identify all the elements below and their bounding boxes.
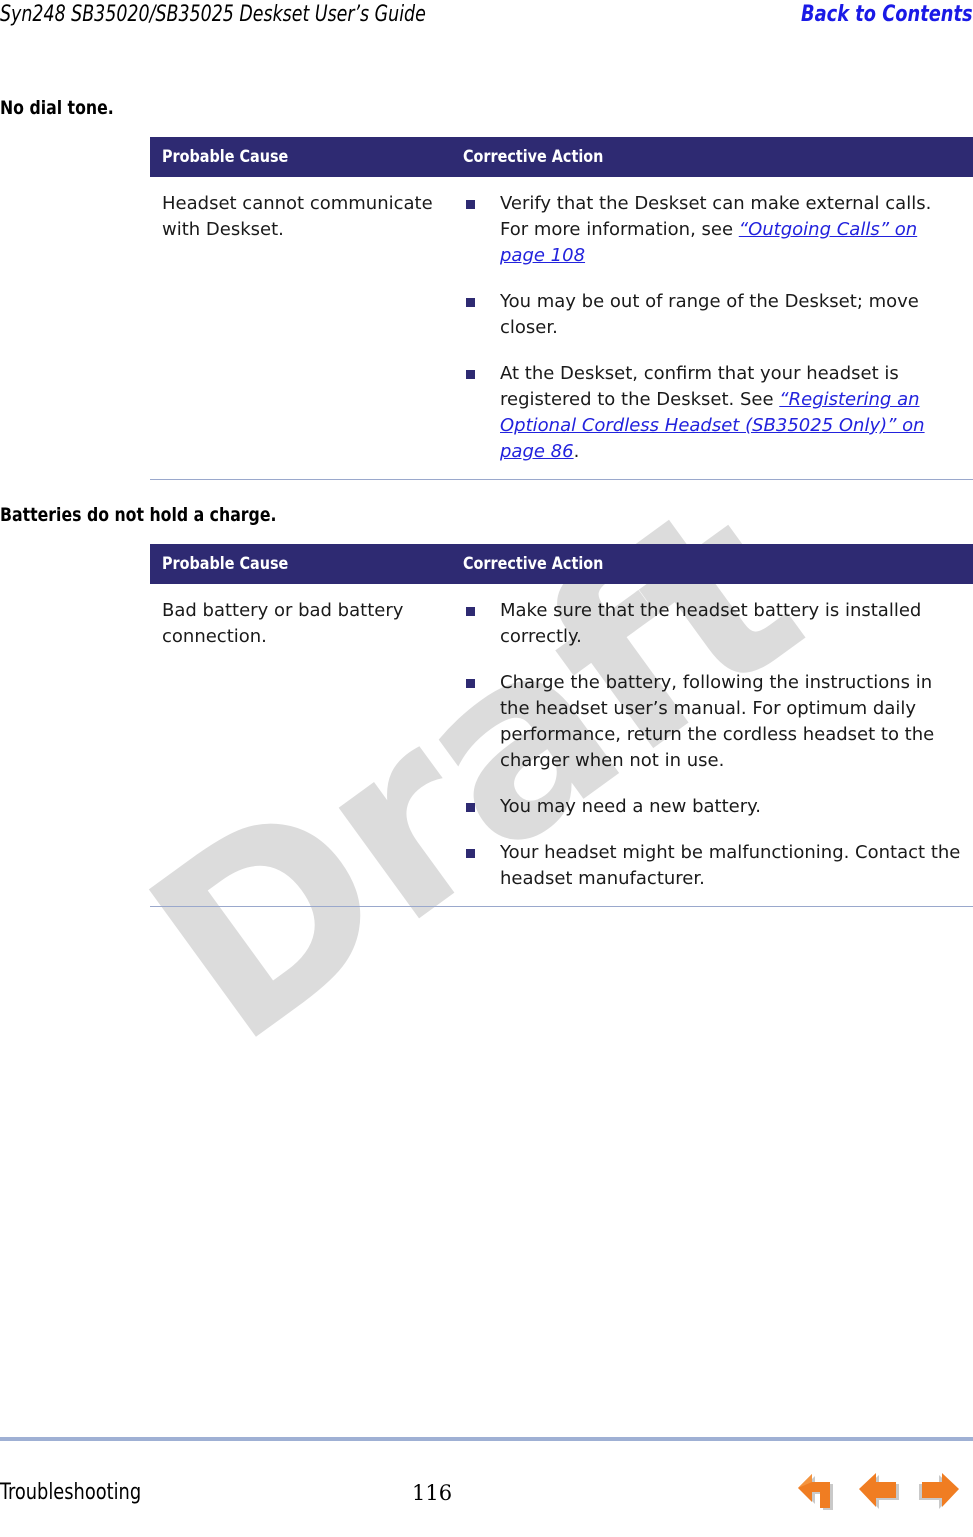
list-item: Make sure that the headset battery is in… — [463, 598, 963, 650]
cell-corrective-action: Make sure that the headset battery is in… — [463, 584, 963, 906]
square-bullet-icon — [466, 298, 475, 307]
cell-probable-cause: Headset cannot communicate with Deskset. — [162, 193, 433, 240]
list-item: Verify that the Deskset can make externa… — [463, 191, 963, 269]
back-to-contents-link[interactable]: Back to Contents — [801, 0, 973, 30]
table-header-row: Probable Cause Corrective Action — [150, 137, 973, 177]
list-item: You may be out of range of the Deskset; … — [463, 289, 963, 341]
page-footer: Troubleshooting 116 — [0, 1473, 973, 1524]
back-arrow-icon[interactable] — [793, 1464, 845, 1516]
list-item-text: Your headset might be malfunctioning. Co… — [500, 842, 961, 889]
table-header-row: Probable Cause Corrective Action — [150, 544, 973, 584]
list-item: At the Deskset, confirm that your headse… — [463, 361, 963, 465]
section-title: No dial tone. — [0, 97, 114, 119]
square-bullet-icon — [466, 607, 475, 616]
column-header-corrective-action: Corrective Action — [463, 554, 604, 574]
document-title: Syn248 SB35020/SB35025 Deskset User’s Gu… — [0, 2, 426, 27]
cell-probable-cause: Bad battery or bad battery connection. — [162, 600, 404, 647]
page-header: Syn248 SB35020/SB35025 Deskset User’s Gu… — [0, 0, 973, 40]
list-item-text: Charge the battery, following the instru… — [500, 672, 935, 771]
list-item: Charge the battery, following the instru… — [463, 670, 963, 774]
list-item: Your headset might be malfunctioning. Co… — [463, 840, 963, 892]
square-bullet-icon — [466, 679, 475, 688]
troubleshooting-table: Probable Cause Corrective Action Bad bat… — [150, 544, 973, 907]
footer-navigation — [793, 1464, 965, 1516]
square-bullet-icon — [466, 803, 475, 812]
column-header-corrective-action: Corrective Action — [463, 147, 604, 167]
square-bullet-icon — [466, 370, 475, 379]
troubleshooting-table: Probable Cause Corrective Action Headset… — [150, 137, 973, 480]
footer-page-number: 116 — [412, 1481, 453, 1505]
footer-chapter-label: Troubleshooting — [0, 1480, 142, 1505]
list-item-text: You may be out of range of the Deskset; … — [500, 291, 919, 338]
list-item-text: You may need a new battery. — [500, 796, 761, 817]
previous-page-arrow-icon[interactable] — [853, 1464, 905, 1516]
cell-corrective-action: Verify that the Deskset can make externa… — [463, 177, 963, 479]
section-title: Batteries do not hold a charge. — [0, 504, 277, 526]
table-row: Headset cannot communicate with Deskset.… — [150, 177, 973, 480]
list-item-tail: . — [573, 441, 580, 462]
list-item-text: Make sure that the headset battery is in… — [500, 600, 922, 647]
table-row: Bad battery or bad battery connection. M… — [150, 584, 973, 907]
footer-divider — [0, 1437, 973, 1441]
square-bullet-icon — [466, 200, 475, 209]
list-item: You may need a new battery. — [463, 794, 963, 820]
next-page-arrow-icon[interactable] — [913, 1464, 965, 1516]
column-header-probable-cause: Probable Cause — [162, 554, 289, 574]
square-bullet-icon — [466, 849, 475, 858]
column-header-probable-cause: Probable Cause — [162, 147, 289, 167]
